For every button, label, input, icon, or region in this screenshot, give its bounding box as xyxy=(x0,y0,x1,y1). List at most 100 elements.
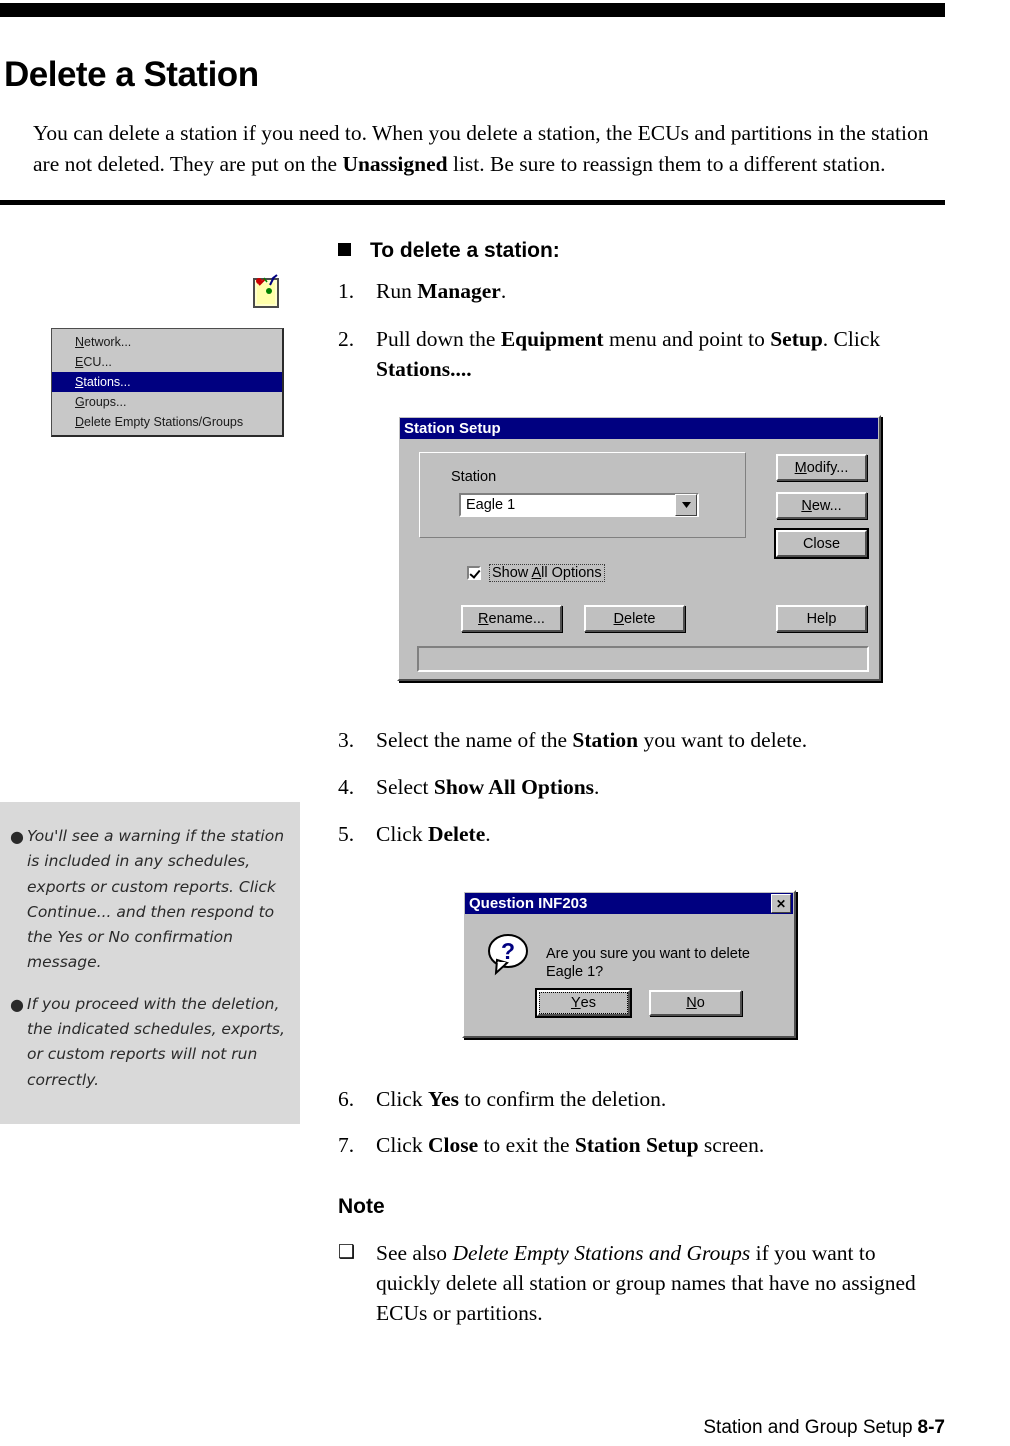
step-3-c: you want to delete. xyxy=(638,728,808,752)
step-2-d: Setup xyxy=(770,327,823,351)
step-7-c: to exit the xyxy=(478,1133,575,1157)
step-2: 2. Pull down the Equipment menu and poin… xyxy=(338,324,933,384)
station-setup-title: Station Setup xyxy=(404,420,501,437)
menu-item-stations[interactable]: Stations... xyxy=(52,372,282,392)
chevron-down-icon[interactable] xyxy=(675,494,697,516)
menu-item-delete-empty-stations-groups[interactable]: Delete Empty Stations/Groups xyxy=(52,412,282,432)
menu-item-network-acc: N xyxy=(75,335,85,349)
step-7-d: Station Setup xyxy=(574,1133,699,1157)
rename-button-label: ename... xyxy=(488,610,545,627)
step-6-text: Click Yes to confirm the deletion. xyxy=(376,1084,933,1114)
step-4-a: Select xyxy=(376,775,434,799)
step-3: 3. Select the name of the Station you wa… xyxy=(338,725,933,755)
delete-button[interactable]: Delete xyxy=(584,605,685,632)
question-dialog-titlebar: Question INF203 ✕ xyxy=(465,893,793,914)
show-all-options-row[interactable]: Show All Options xyxy=(467,564,605,582)
square-outline-bullet-icon: ❑ xyxy=(338,1242,356,1263)
menu-item-groups[interactable]: Groups... xyxy=(52,392,282,412)
menu-item-network-label: etwork... xyxy=(84,335,132,349)
note-item-reference: Delete Empty Stations and Groups xyxy=(452,1241,751,1265)
intro-paragraph: You can delete a station if you need to.… xyxy=(33,118,933,180)
menu-item-stations-label: tations... xyxy=(83,375,131,389)
modify-button[interactable]: Modify... xyxy=(776,454,867,481)
step-6: 6. Click Yes to confirm the deletion. xyxy=(338,1084,933,1114)
station-setup-dialog: Station Setup Station Eagle 1 Show All O… xyxy=(397,415,881,681)
step-1-c: . xyxy=(500,279,507,303)
show-all-options-label: Show All Options xyxy=(489,564,605,582)
step-3-text: Select the name of the Station you want … xyxy=(376,725,933,755)
question-dialog-title: Question INF203 xyxy=(469,895,588,912)
step-2-number: 2. xyxy=(338,327,355,351)
station-combobox[interactable]: Eagle 1 xyxy=(459,493,699,517)
step-5: 5. Click Delete. xyxy=(338,819,933,849)
step-1-text: Run Manager. xyxy=(376,276,933,306)
close-icon[interactable]: ✕ xyxy=(771,894,791,913)
step-4-b: Show All Options xyxy=(433,775,595,799)
help-button-label: Help xyxy=(806,610,837,627)
menu-item-ecu[interactable]: ECU... xyxy=(52,352,282,372)
step-3-b: Station xyxy=(572,728,639,752)
delete-button-label: elete xyxy=(624,610,656,627)
step-1-a: Run xyxy=(376,279,418,303)
new-button[interactable]: New... xyxy=(776,492,867,519)
show-all-options-checkbox[interactable] xyxy=(467,566,481,580)
step-6-b: Yes xyxy=(427,1087,460,1111)
page-title: Delete a Station xyxy=(4,55,259,95)
step-6-a: Click xyxy=(376,1087,428,1111)
step-2-c: menu and point to xyxy=(603,327,771,351)
bullet-icon: ● xyxy=(10,827,24,846)
svg-text:?: ? xyxy=(501,938,515,964)
delete-button-acc: D xyxy=(613,610,625,627)
sidebar-note-bullet-1: ● You'll see a warning if the station is… xyxy=(10,824,286,976)
sidebar-note-bullet-2-text: If you proceed with the deletion, the in… xyxy=(27,994,285,1089)
help-button[interactable]: Help xyxy=(776,605,867,632)
equipment-setup-menu[interactable]: Network... ECU... Stations... Groups... … xyxy=(51,328,284,437)
step-1-b: Manager xyxy=(417,279,501,303)
station-field-label: Station xyxy=(451,469,497,485)
sidebar-note-bullet-2: ● If you proceed with the deletion, the … xyxy=(10,992,286,1093)
menu-item-groups-label: roups... xyxy=(84,395,127,409)
modify-button-label: odify... xyxy=(806,459,849,476)
footer-page-number: 8-7 xyxy=(917,1417,945,1438)
station-combobox-value: Eagle 1 xyxy=(466,497,516,513)
step-2-f: Stations.... xyxy=(376,357,472,381)
menu-item-network[interactable]: Network... xyxy=(52,332,282,352)
step-3-a: Select the name of the xyxy=(376,728,573,752)
page-footer: Station and Group Setup 8-7 xyxy=(0,1417,945,1439)
yes-button[interactable]: Yes xyxy=(537,990,630,1016)
no-button[interactable]: No xyxy=(649,990,742,1016)
menu-item-ecu-label: CU... xyxy=(83,355,112,369)
step-2-e: . Click xyxy=(822,327,881,351)
step-4-c: . xyxy=(594,775,600,799)
step-7-a: Click xyxy=(376,1133,428,1157)
no-button-acc: N xyxy=(686,995,697,1011)
step-1-number: 1. xyxy=(338,279,355,303)
no-button-label: o xyxy=(696,995,705,1011)
menu-item-delete-empty-label: elete Empty Stations/Groups xyxy=(84,415,244,429)
step-7-number: 7. xyxy=(338,1133,355,1157)
step-6-number: 6. xyxy=(338,1087,355,1111)
horizontal-rule xyxy=(0,200,945,205)
station-setup-titlebar: Station Setup xyxy=(400,418,878,439)
step-3-number: 3. xyxy=(338,728,355,752)
rename-button-acc: R xyxy=(478,610,489,627)
question-mark-icon: ? xyxy=(487,932,531,976)
footer-section-title: Station and Group Setup xyxy=(703,1417,913,1438)
menu-item-delete-empty-acc: D xyxy=(75,415,85,429)
show-all-options-label-post: ll Options xyxy=(541,565,602,581)
question-dialog-message: Are you sure you want to delete Eagle 1? xyxy=(546,946,750,980)
step-2-b: Equipment xyxy=(500,327,604,351)
square-bullet-icon xyxy=(338,243,351,256)
step-7-e: screen. xyxy=(698,1133,765,1157)
step-5-number: 5. xyxy=(338,822,355,846)
intro-term-unassigned: Unassigned xyxy=(342,151,448,176)
rename-button[interactable]: Rename... xyxy=(461,605,562,632)
new-button-acc: N xyxy=(801,497,812,514)
close-button[interactable]: Close xyxy=(776,530,867,557)
procedure-heading-text: To delete a station: xyxy=(370,239,560,262)
bullet-icon: ● xyxy=(10,994,24,1014)
step-4: 4. Select Show All Options. xyxy=(338,772,933,802)
menu-item-groups-acc: G xyxy=(75,395,85,409)
close-button-label: Close xyxy=(802,535,841,552)
question-confirmation-dialog: Question INF203 ✕ ? Are you sure you wan… xyxy=(462,890,796,1038)
